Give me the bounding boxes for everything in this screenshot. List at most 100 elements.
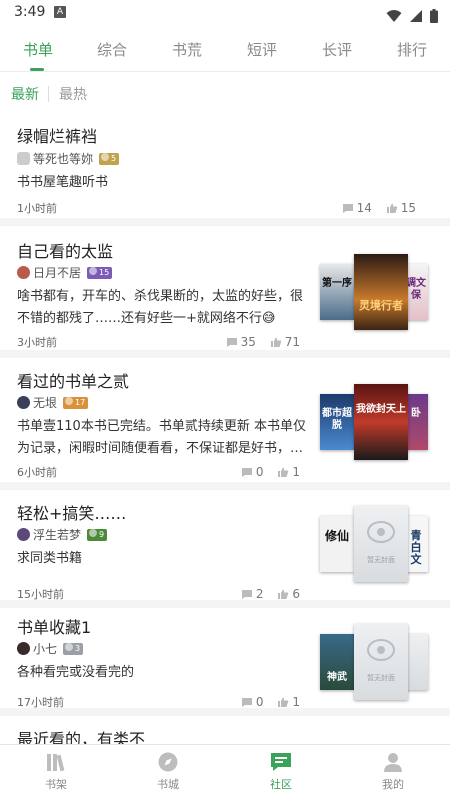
status-bar: 3:49 A — [0, 0, 450, 26]
book-cover: 灵境行者 — [354, 254, 408, 330]
card-desc: 各种看完或没看完的 — [17, 665, 135, 680]
comment-icon — [226, 337, 237, 347]
level-badge: 3 — [63, 642, 84, 655]
author-name[interactable]: 浮生若梦 — [33, 528, 81, 542]
notification-icon: A — [54, 6, 66, 18]
wifi-icon — [386, 9, 402, 22]
author-row: 无垠 17 — [17, 394, 89, 412]
author-name[interactable]: 日月不居 — [33, 266, 81, 280]
level-badge: 15 — [87, 266, 113, 279]
booklist-card[interactable]: 看过的书单之贰 无垠 17 书单壹110本书已完结。书单贰持续更新 本书单仅为记录… — [0, 358, 450, 490]
card-stats: 14 15 — [332, 200, 416, 215]
tab-book-shortage[interactable]: 书荒 — [157, 39, 217, 60]
card-desc: 书书屋笔趣听书 — [17, 175, 109, 190]
book-cover: 修仙 — [320, 516, 354, 572]
active-tab-indicator — [30, 68, 44, 71]
card-time: 6小时前 — [17, 466, 57, 479]
book-cover: 我欲封天上 — [354, 384, 408, 460]
nav-profile[interactable]: 我的 — [363, 751, 423, 792]
tab-booklist[interactable]: 书单 — [8, 39, 68, 60]
tab-long-review[interactable]: 长评 — [307, 39, 367, 60]
thumbs-up-icon — [278, 589, 289, 599]
author-row: 等死也等妳 5 — [17, 150, 120, 168]
thumbs-up-icon — [270, 337, 281, 347]
bottom-nav: 书架 书城 社区 我的 — [0, 744, 450, 800]
tab-ranking[interactable]: 排行 — [382, 39, 442, 60]
status-icons — [384, 5, 438, 24]
book-covers[interactable]: 第一序 灵境行者 调文保 — [320, 254, 428, 330]
placeholder-icon — [367, 521, 395, 543]
card-time: 17小时前 — [17, 696, 64, 709]
book-cover: 第一序 — [320, 264, 354, 320]
author-name[interactable]: 小七 — [33, 642, 57, 656]
comment-icon — [241, 697, 252, 707]
avatar — [17, 528, 30, 541]
card-desc: 求同类书籍 — [17, 551, 83, 566]
sort-hottest[interactable]: 最热 — [59, 84, 87, 104]
author-name[interactable]: 等死也等妳 — [33, 152, 93, 166]
tab-short-review[interactable]: 短评 — [232, 39, 292, 60]
comment-count[interactable]: 35 — [226, 335, 256, 349]
book-covers[interactable]: 修仙 暂无封面 青白文 — [320, 506, 428, 582]
comment-count[interactable]: 14 — [342, 201, 372, 215]
book-covers[interactable]: 都市超脱 我欲封天上 卧 — [320, 384, 428, 460]
comment-count[interactable]: 0 — [241, 695, 264, 709]
card-stats: 35 71 — [216, 334, 300, 349]
battery-icon — [430, 8, 438, 23]
nav-bookstore[interactable]: 书城 — [138, 751, 198, 792]
author-row: 浮生若梦 9 — [17, 526, 108, 544]
comment-count[interactable]: 0 — [241, 465, 264, 479]
author-row: 小七 3 — [17, 640, 84, 658]
card-desc: 书单壹110本书已完结。书单贰持续更新 本书单仅为记录，闲暇时间随便看看，不保证… — [17, 419, 306, 456]
comment-count[interactable]: 2 — [241, 587, 264, 601]
booklist-card[interactable]: 轻松+搞笑…… 浮生若梦 9 求同类书籍 15小时前 2 6 修仙 暂无封面 青白… — [0, 490, 450, 608]
book-cover: 暂无封面 — [354, 506, 408, 582]
like-count[interactable]: 1 — [277, 465, 300, 479]
user-icon — [384, 753, 402, 772]
chat-bubble-icon — [271, 753, 291, 771]
avatar — [17, 266, 30, 279]
card-title: 自己看的太监 — [17, 242, 114, 261]
card-title: 绿帽烂裤裆 — [17, 127, 98, 146]
like-count[interactable]: 1 — [277, 695, 300, 709]
booklist-card[interactable]: 自己看的太监 日月不居 15 啥书都有，开车的、杀伐果断的，太监的好些，很不错的都… — [0, 226, 450, 358]
booklist-card[interactable]: 书单收藏1 小七 3 各种看完或没看完的 17小时前 0 1 神武 暂无封面 — [0, 608, 450, 716]
bookshelf-icon — [47, 754, 65, 772]
card-desc: 啥书都有，开车的、杀伐果断的，太监的好些，很不错的都残了……还有好些一+就网络不… — [17, 289, 304, 326]
booklist-card[interactable]: 绿帽烂裤裆 等死也等妳 5 书书屋笔趣听书 1小时前 14 15 — [0, 110, 450, 226]
nav-bookshelf[interactable]: 书架 — [26, 751, 86, 792]
thumbs-up-icon — [386, 203, 397, 213]
sort-bar: 最新 最热 — [0, 76, 450, 110]
compass-icon — [158, 752, 178, 772]
tab-general[interactable]: 综合 — [82, 39, 142, 60]
sort-divider — [48, 86, 49, 102]
avatar — [17, 152, 30, 165]
thumbs-up-icon — [278, 697, 289, 707]
comment-icon — [241, 467, 252, 477]
top-tabs: 书单 综合 书荒 短评 长评 排行 — [0, 28, 450, 72]
signal-icon — [409, 9, 422, 22]
book-cover: 暂无封面 — [354, 624, 408, 700]
nav-community[interactable]: 社区 — [251, 751, 311, 792]
card-time: 15小时前 — [17, 588, 64, 601]
like-count[interactable]: 6 — [277, 587, 300, 601]
thumbs-up-icon — [278, 467, 289, 477]
level-badge: 5 — [99, 152, 120, 165]
card-time: 1小时前 — [17, 202, 57, 215]
placeholder-icon — [367, 639, 395, 661]
author-name[interactable]: 无垠 — [33, 396, 57, 410]
sort-latest[interactable]: 最新 — [11, 84, 39, 104]
status-time: 3:49 — [14, 4, 46, 20]
comment-icon — [342, 203, 353, 213]
card-stats: 0 1 — [231, 694, 300, 709]
book-cover: 神武 — [320, 634, 354, 690]
like-count[interactable]: 71 — [270, 335, 300, 349]
avatar — [17, 396, 30, 409]
book-cover: 都市超脱 — [320, 394, 354, 450]
card-title: 书单收藏1 — [17, 618, 92, 637]
card-time: 3小时前 — [17, 336, 57, 349]
card-title: 轻松+搞笑…… — [17, 504, 127, 523]
like-count[interactable]: 15 — [386, 201, 416, 215]
level-badge: 17 — [63, 396, 89, 409]
book-covers[interactable]: 神武 暂无封面 — [320, 624, 428, 700]
